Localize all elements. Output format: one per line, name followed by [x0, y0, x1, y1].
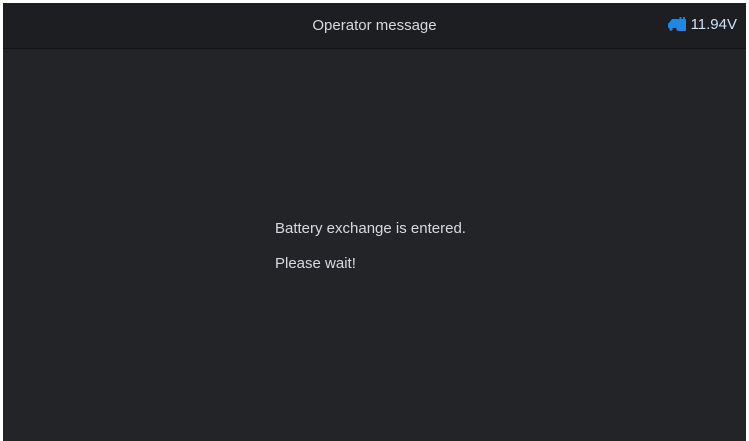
operator-message-screen: Operator message 11.94V Battery exchange…: [3, 3, 746, 441]
message-body: Battery exchange is entered. Please wait…: [275, 219, 466, 289]
message-line: Battery exchange is entered.: [275, 220, 466, 237]
voltage-value: 11.94V: [690, 16, 737, 33]
message-line: Please wait!: [275, 255, 356, 272]
top-bar: Operator message 11.94V: [3, 3, 746, 49]
page-title: Operator message: [312, 17, 437, 34]
car-battery-icon: [667, 16, 687, 34]
battery-voltage-indicator: 11.94V: [667, 14, 737, 36]
